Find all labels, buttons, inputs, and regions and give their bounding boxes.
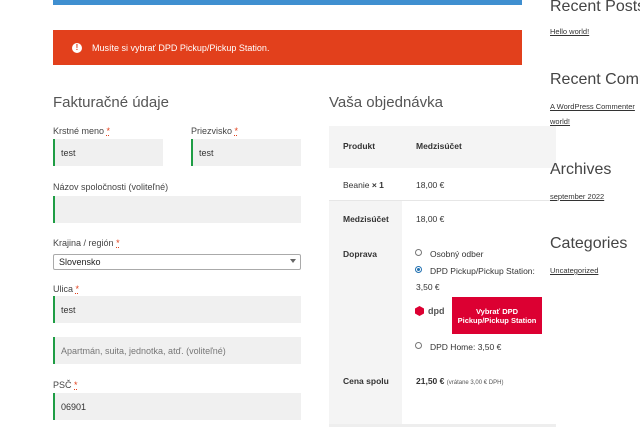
street-field[interactable]: test xyxy=(53,296,301,323)
country-select[interactable]: Slovensko xyxy=(53,254,301,270)
zip-label: PSČ * xyxy=(53,380,78,390)
recent-comments-title: Recent Comm xyxy=(550,71,640,88)
archives-title: Archives xyxy=(550,161,612,178)
shipping-label: Doprava xyxy=(343,249,378,259)
chevron-down-icon xyxy=(290,259,296,263)
categories-title: Categories xyxy=(550,235,628,252)
shipping-option-dpd-home[interactable]: DPD Home: 3,50 € xyxy=(430,342,501,352)
info-bar xyxy=(53,0,522,5)
comment-author-link[interactable]: A WordPress Commenter xyxy=(550,102,635,111)
shipping-radio-pickup[interactable] xyxy=(415,249,422,256)
shipping-radio-dpd-pickup[interactable] xyxy=(415,266,422,273)
divider xyxy=(329,200,556,201)
order-heading: Vaša objednávka xyxy=(329,94,443,111)
last-name-field[interactable]: test xyxy=(191,139,301,166)
category-link[interactable]: Uncategorized xyxy=(550,266,598,275)
shipping-option-dpd-pickup[interactable]: DPD Pickup/Pickup Station: xyxy=(430,266,535,276)
last-name-label: Priezvisko * xyxy=(191,126,239,136)
item-name: Beanie × 1 xyxy=(343,180,384,190)
street2-field[interactable]: Apartmán, suita, jednotka, atď. (voliteľ… xyxy=(53,337,301,364)
shipping-radio-dpd-home[interactable] xyxy=(415,342,422,349)
shipping-option-dpd-pickup-price: 3,50 € xyxy=(416,282,440,292)
first-name-field[interactable]: test xyxy=(53,139,163,166)
error-text: Musíte si vybrať DPD Pickup/Pickup Stati… xyxy=(92,42,270,53)
billing-heading: Fakturačné údaje xyxy=(53,94,169,111)
company-field[interactable] xyxy=(53,196,301,223)
item-price: 18,00 € xyxy=(416,180,445,190)
first-name-label: Krstné meno * xyxy=(53,126,111,136)
zip-field[interactable]: 06901 xyxy=(53,393,301,420)
country-label: Krajina / región * xyxy=(53,238,120,248)
subtotal-value: 18,00 € xyxy=(416,214,445,224)
company-label: Názov spoločnosti (voliteľné) xyxy=(53,182,169,192)
sidebar: Recent Posts Hello world! Recent Comm A … xyxy=(550,0,640,427)
recent-post-link[interactable]: Hello world! xyxy=(550,27,589,36)
street-label: Ulica * xyxy=(53,284,80,294)
recent-posts-title: Recent Posts xyxy=(550,0,640,15)
alert-icon: ! xyxy=(72,42,82,53)
error-notice: ! Musíte si vybrať DPD Pickup/Pickup Sta… xyxy=(53,30,522,65)
col-product: Produkt xyxy=(343,141,376,151)
comment-post-link[interactable]: world! xyxy=(550,117,570,126)
subtotal-label: Medzisúčet xyxy=(343,214,389,224)
select-dpd-pickup-button[interactable]: Vybrať DPD Pickup/Pickup Station xyxy=(452,297,542,334)
dpd-logo: dpd xyxy=(415,306,445,316)
shipping-option-pickup[interactable]: Osobný odber xyxy=(430,249,483,259)
order-label-column xyxy=(329,201,402,427)
total-label: Cena spolu xyxy=(343,376,389,386)
archive-link[interactable]: september 2022 xyxy=(550,192,604,201)
col-subtotal: Medzisúčet xyxy=(416,141,462,151)
total-value: 21,50 € (vrátane 3,00 € DPH) xyxy=(416,376,504,386)
dpd-cube-icon xyxy=(415,306,424,316)
